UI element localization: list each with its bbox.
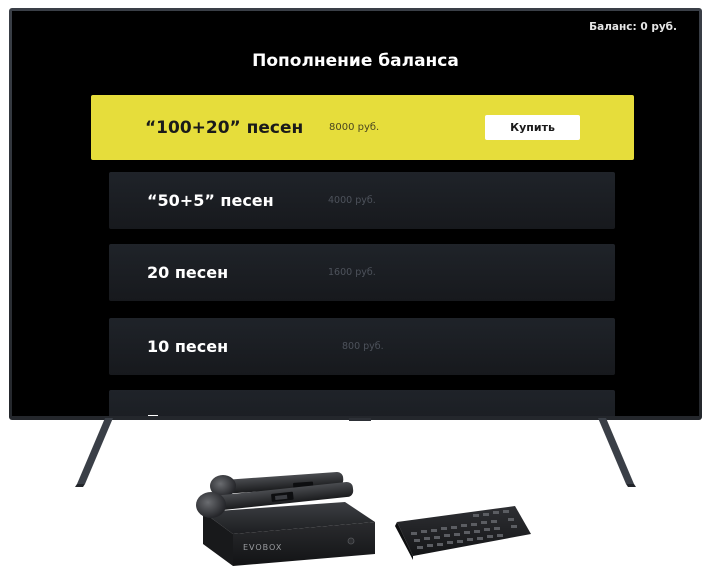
package-name: “100+20” песен [145, 117, 304, 138]
box-brand: EVOBOX [243, 543, 282, 552]
package-name: “50+5” песен [147, 191, 274, 210]
package-row-20[interactable]: 20 песен 1600 руб. [109, 244, 615, 301]
page-title: Пополнение баланса [252, 51, 459, 71]
package-price: 1600 руб. [328, 267, 376, 278]
package-price: 8000 руб. [329, 122, 380, 133]
buy-button[interactable]: Купить [485, 115, 580, 140]
karaoke-device-set: EVOBOX [196, 472, 531, 566]
package-name: 20 песен [147, 263, 229, 282]
package-row-10[interactable]: 10 песен 800 руб. [109, 318, 615, 375]
package-price: 800 руб. [342, 341, 384, 352]
tv-leg-right [598, 418, 636, 487]
balance-label: Баланс: 0 руб. [589, 21, 677, 33]
partial-row-glyph [148, 415, 158, 416]
tv-leg-left [75, 418, 113, 487]
package-row-100-20[interactable]: “100+20” песен 8000 руб. Купить [91, 95, 634, 160]
package-row-50-5[interactable]: “50+5” песен 4000 руб. [109, 172, 615, 229]
package-price: 4000 руб. [328, 195, 376, 206]
package-row-partial[interactable] [109, 390, 615, 416]
tv-screen: Баланс: 0 руб. Пополнение баланса “100+2… [12, 11, 699, 416]
tv-sensor [349, 418, 371, 421]
package-name: 10 песен [147, 337, 229, 356]
